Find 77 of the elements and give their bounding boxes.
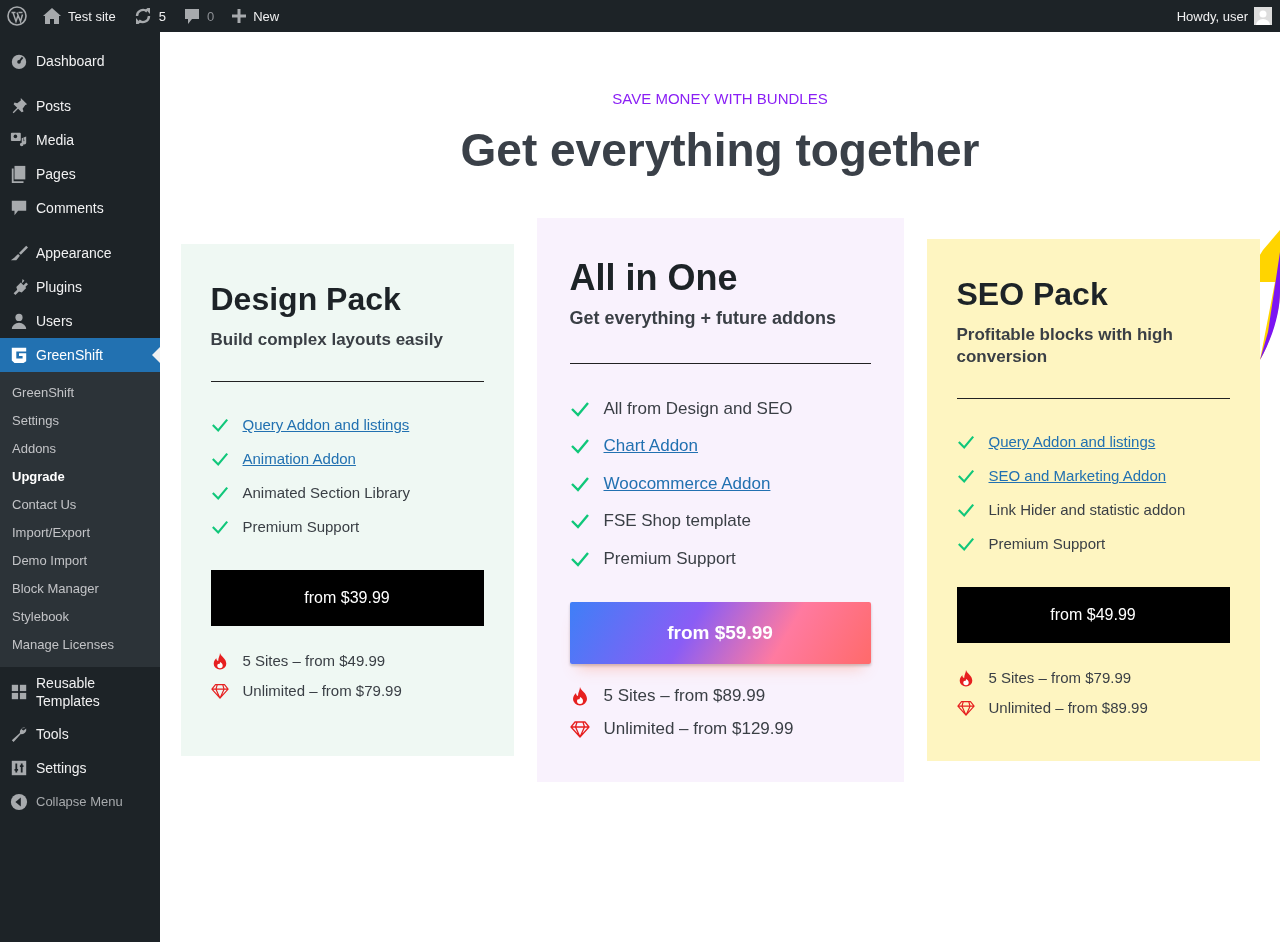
home-icon xyxy=(43,8,61,24)
submenu-item[interactable]: Block Manager xyxy=(0,575,160,603)
feature-text: Premium Support xyxy=(242,518,360,536)
menu-item[interactable]: Pages xyxy=(0,157,160,191)
feature-text: All from Design and SEO xyxy=(603,398,793,419)
diamond-icon xyxy=(956,698,975,717)
menu-item[interactable]: Users xyxy=(0,304,160,338)
tier-price: 5 Sites – from $79.99 xyxy=(988,669,1132,687)
plan-title: Design Pack xyxy=(210,281,402,317)
submenu-item[interactable]: GreenShift xyxy=(0,379,160,407)
section-heading: Get everything together xyxy=(459,125,981,176)
plan-title: SEO Pack xyxy=(956,276,1109,312)
tier-price: 5 Sites – from $49.99 xyxy=(242,652,386,670)
comments-link[interactable]: 0 xyxy=(174,0,224,32)
plan-subtitle: Profitable blocks with high conversion xyxy=(956,323,1174,368)
tier-price: 5 Sites – from $89.99 xyxy=(603,686,766,707)
menu-item[interactable]: Reusable Templates xyxy=(0,667,160,717)
site-link[interactable]: Test site xyxy=(34,0,125,32)
submenu-item[interactable]: Settings xyxy=(0,407,160,435)
refresh-icon xyxy=(133,8,152,24)
submenu-item[interactable]: Contact Us xyxy=(0,491,160,519)
grid-icon xyxy=(10,683,28,701)
left-arrow-circle-icon xyxy=(10,793,28,811)
feature-text: Animated Section Library xyxy=(242,484,411,502)
plan-subtitle: Get everything + future addons xyxy=(569,307,838,330)
diamond-icon xyxy=(569,719,590,740)
tier-price: Unlimited – from $129.99 xyxy=(603,719,794,740)
feature-link[interactable]: Chart Addon xyxy=(603,436,698,457)
submenu-item[interactable]: Addons xyxy=(0,435,160,463)
menu-item[interactable]: Tools xyxy=(0,717,160,751)
price-button[interactable]: from $59.99 xyxy=(569,601,871,664)
diamond-icon xyxy=(210,681,229,700)
tier-price: Unlimited – from $79.99 xyxy=(242,682,402,700)
submenu-item[interactable]: Manage Licenses xyxy=(0,631,160,659)
new-link[interactable]: New xyxy=(223,0,289,32)
updates-link[interactable]: 5 xyxy=(124,0,175,32)
feature-text: FSE Shop template xyxy=(603,511,751,532)
feature-link[interactable]: Query Addon and listings xyxy=(988,433,1156,451)
menu-item[interactable]: Media xyxy=(0,123,160,157)
g-logo-icon xyxy=(10,346,28,364)
submenu-item[interactable]: Demo Import xyxy=(0,547,160,575)
price-button[interactable]: from $49.99 xyxy=(956,586,1230,643)
plus-icon xyxy=(232,9,247,23)
submenu-item[interactable]: Import/Export xyxy=(0,519,160,547)
feature-text: Premium Support xyxy=(988,535,1106,553)
user-icon xyxy=(10,312,28,330)
collapse-menu-button[interactable]: Collapse Menu xyxy=(0,785,160,819)
feature-link[interactable]: Query Addon and listings xyxy=(242,416,410,434)
menu-item[interactable]: Dashboard xyxy=(0,44,160,78)
dashboard-icon xyxy=(10,52,28,70)
menu-item[interactable]: Comments xyxy=(0,191,160,225)
wordpress-logo-icon[interactable] xyxy=(7,6,27,26)
feature-link[interactable]: Animation Addon xyxy=(242,450,356,468)
comment-icon xyxy=(10,199,28,217)
section-kicker: SAVE MONEY WITH BUNDLES xyxy=(611,90,829,108)
menu-item[interactable]: Settings xyxy=(0,751,160,785)
sliders-icon xyxy=(10,759,28,777)
tier-price: Unlimited – from $89.99 xyxy=(988,699,1148,717)
menu-item[interactable]: GreenShift xyxy=(0,338,160,372)
media-icon xyxy=(10,131,28,149)
price-button[interactable]: from $39.99 xyxy=(210,569,484,626)
feature-text: Premium Support xyxy=(603,548,736,569)
menu-item[interactable]: Plugins xyxy=(0,270,160,304)
menu-item[interactable]: Appearance xyxy=(0,236,160,270)
feature-text: Link Hider and statistic addon xyxy=(988,501,1186,519)
pages-icon xyxy=(10,165,28,183)
comment-icon xyxy=(183,7,200,25)
menu-item[interactable]: Posts xyxy=(0,89,160,123)
feature-link[interactable]: SEO and Marketing Addon xyxy=(988,467,1167,485)
plan-title: All in One xyxy=(569,257,739,298)
submenu-item[interactable]: Upgrade xyxy=(0,463,160,491)
submenu-item[interactable]: Stylebook xyxy=(0,603,160,631)
pin-icon xyxy=(10,97,28,115)
brush-icon xyxy=(10,244,28,262)
plan-subtitle: Build complex layouts easily xyxy=(210,328,444,351)
account-link[interactable]: Howdy, user xyxy=(1167,0,1272,32)
feature-link[interactable]: Woocommerce Addon xyxy=(603,473,771,494)
